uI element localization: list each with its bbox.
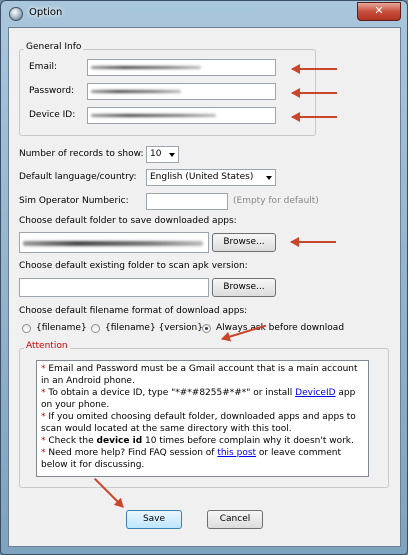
radio-filename[interactable]: [22, 324, 31, 333]
email-redacted: [91, 66, 201, 69]
records-value: 10: [150, 149, 162, 159]
password-label: Password:: [29, 86, 75, 96]
save-button[interactable]: Save: [126, 510, 182, 529]
records-label: Number of records to show:: [19, 149, 144, 159]
note-2: * To obtain a device ID, type "*#*#8255#…: [41, 388, 356, 410]
cancel-button[interactable]: Cancel: [207, 510, 263, 529]
dialog-body: General Info Email: Password: Device ID:…: [8, 27, 401, 547]
language-label: Default language/country:: [19, 172, 137, 182]
window-title: Option: [29, 7, 63, 18]
device-id-field[interactable]: [87, 107, 276, 124]
note-5: * Need more help? Find FAQ session of th…: [41, 448, 342, 470]
language-select[interactable]: English (United States): [146, 169, 276, 186]
annotation-arrow-download-folder: [290, 237, 336, 247]
scan-browse-button[interactable]: Browse...: [212, 278, 276, 297]
download-folder-field[interactable]: [19, 232, 209, 253]
sim-hint: (Empty for default): [233, 196, 319, 206]
download-browse-button[interactable]: Browse...: [212, 233, 276, 252]
deviceid-link[interactable]: DeviceID: [295, 388, 335, 398]
annotation-arrow-password: [291, 88, 337, 98]
app-icon: [9, 7, 23, 21]
attention-notes: * Email and Password must be a Gmail acc…: [36, 360, 369, 477]
general-info-title: General Info: [24, 42, 84, 52]
download-folder-label: Choose default folder to save downloaded…: [19, 216, 237, 226]
attention-title: Attention: [24, 341, 70, 351]
title-bar[interactable]: Option ✕: [1, 1, 407, 27]
email-field[interactable]: [87, 59, 276, 76]
chevron-down-icon: [169, 153, 175, 157]
language-value: English (United States): [150, 172, 254, 182]
radio-filename-version[interactable]: [91, 324, 100, 333]
radio-filename-version-label[interactable]: {filename} {version}: [105, 323, 203, 333]
scan-folder-label: Choose default existing folder to scan a…: [19, 261, 248, 271]
download-folder-redacted: [23, 241, 203, 246]
radio-filename-label[interactable]: {filename}: [36, 323, 87, 333]
filename-format-label: Choose default filename format of downlo…: [19, 306, 248, 316]
sim-label: Sim Operator Numberic:: [19, 196, 129, 206]
annotation-arrow-device-id: [291, 112, 337, 122]
option-window: Option ✕ General Info Email: Password: D…: [0, 0, 408, 555]
sim-operator-field[interactable]: [146, 193, 228, 210]
scan-folder-field[interactable]: [19, 278, 209, 297]
device-id-redacted: [91, 114, 216, 117]
chevron-down-icon: [266, 176, 272, 180]
email-label: Email:: [29, 62, 58, 72]
radio-always-ask[interactable]: [202, 324, 211, 333]
device-id-label: Device ID:: [29, 110, 76, 120]
note-3: * If you omited choosing default folder,…: [41, 412, 356, 434]
annotation-arrow-email: [291, 64, 337, 74]
password-field[interactable]: [87, 83, 276, 100]
radio-always-ask-label[interactable]: Always ask before download: [216, 323, 344, 333]
close-button[interactable]: ✕: [357, 2, 401, 21]
this-post-link[interactable]: this post: [217, 448, 256, 458]
note-4: * Check the device id 10 times before co…: [41, 436, 354, 446]
note-1: * Email and Password must be a Gmail acc…: [41, 364, 358, 386]
records-select[interactable]: 10: [146, 146, 179, 163]
password-redacted: [91, 90, 181, 93]
